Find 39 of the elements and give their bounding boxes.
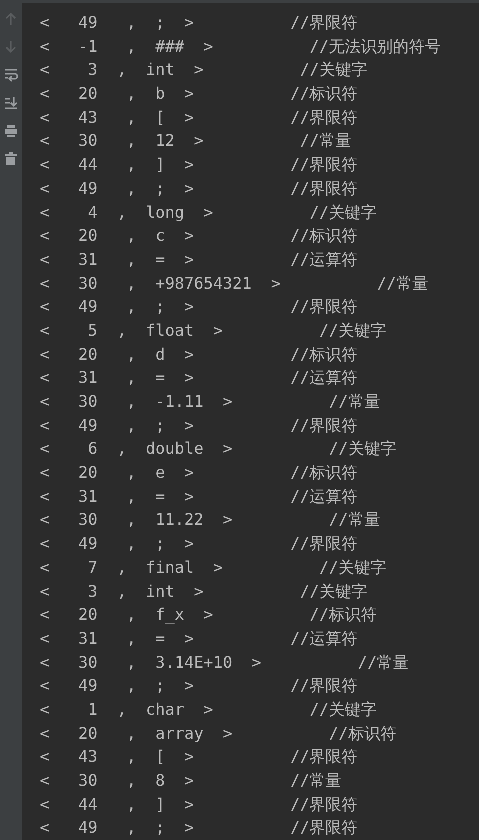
console-line: < 6 , double > //关键字 xyxy=(40,438,396,460)
console-line: < 31 , = > //运算符 xyxy=(40,248,358,271)
console-line: < 49 , ; > //界限符 xyxy=(40,675,358,698)
console-line: < 3 , int > //关键字 xyxy=(40,59,368,82)
scroll-to-end-icon[interactable] xyxy=(4,96,18,110)
console-line: < -1 , ### > //无法识别的符号 xyxy=(40,36,441,58)
console-line: < 43 , [ > //界限符 xyxy=(40,746,358,768)
console-line: < 4 , long > //关键字 xyxy=(40,202,377,224)
console-line: < 5 , float > //关键字 xyxy=(40,320,387,342)
console-line: < 30 , 8 > //常量 xyxy=(40,770,342,792)
console-line: < 44 , ] > //界限符 xyxy=(40,154,358,176)
console-line: < 49 , ; > //界限符 xyxy=(40,12,358,34)
console-line: < 31 , = > //运算符 xyxy=(40,486,358,508)
console-line: < 30 , 3.14E+10 > //常量 xyxy=(40,652,410,674)
print-icon[interactable] xyxy=(4,124,18,138)
console-line: < 20 , f_x > //标识符 xyxy=(40,604,377,626)
console-line: < 3 , int > //关键字 xyxy=(40,580,368,602)
console-line: < 30 , -1.11 > //常量 xyxy=(40,391,380,413)
soft-wrap-icon[interactable] xyxy=(4,68,18,82)
trash-icon[interactable] xyxy=(4,152,18,166)
console-line: < 30 , 11.22 > //常量 xyxy=(40,509,380,532)
console-line: < 43 , [ > //界限符 xyxy=(40,106,358,129)
console-line: < 49 , ; > //界限符 xyxy=(40,178,358,200)
console-line: < 30 , +987654321 > //常量 xyxy=(40,272,428,295)
console-line: < 7 , final > //关键字 xyxy=(40,556,387,579)
console-line: < 49 , ; > //界限符 xyxy=(40,414,358,437)
console-line: < 20 , d > //标识符 xyxy=(40,344,358,366)
console-line: < 20 , b > //标识符 xyxy=(40,83,358,106)
console-line: < 1 , char > //关键字 xyxy=(40,698,377,721)
console-line: < 20 , c > //标识符 xyxy=(40,225,358,248)
console-line: < 20 , e > //标识符 xyxy=(40,462,358,484)
console-line: < 30 , 12 > //常量 xyxy=(40,130,352,152)
console-line: < 31 , = > //运算符 xyxy=(40,628,358,650)
console-line: < 49 , ; > //界限符 xyxy=(40,296,358,318)
console-line: < 49 , ; > //界限符 xyxy=(40,533,358,556)
console-line: < 20 , array > //标识符 xyxy=(40,722,396,745)
console-line: < 31 , = > //运算符 xyxy=(40,367,358,390)
console-line: < 49 , ; > //界限符 xyxy=(40,817,358,840)
console-line: < 44 , ] > //界限符 xyxy=(40,794,358,816)
